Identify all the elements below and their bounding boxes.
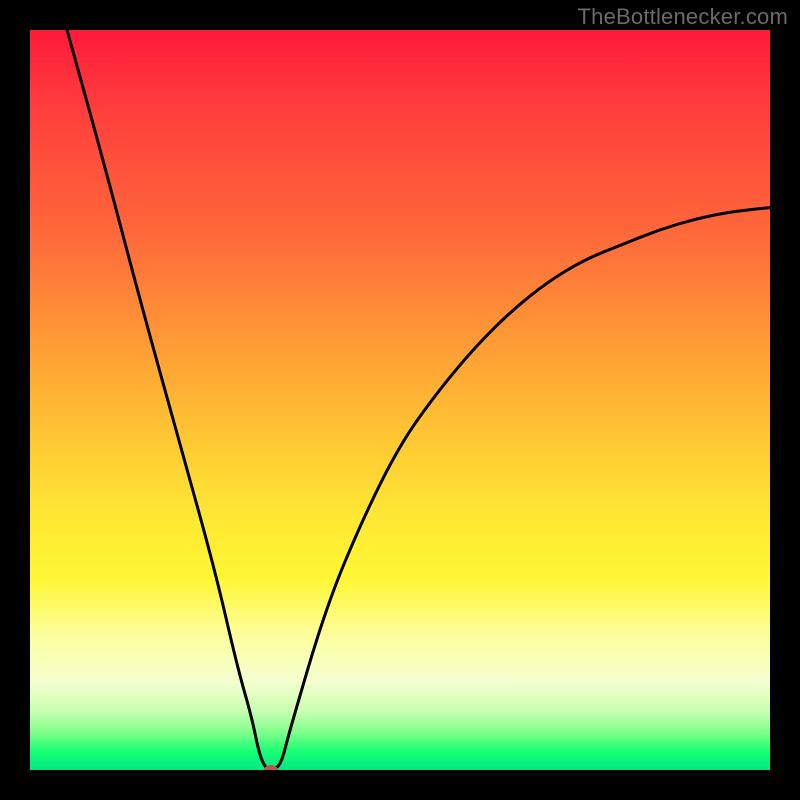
plot-area	[30, 30, 770, 770]
watermark-text: TheBottlenecker.com	[578, 4, 788, 30]
bottleneck-curve	[67, 30, 770, 770]
curve-svg	[30, 30, 770, 770]
chart-frame: TheBottlenecker.com	[0, 0, 800, 800]
optimal-point-marker	[264, 765, 278, 770]
